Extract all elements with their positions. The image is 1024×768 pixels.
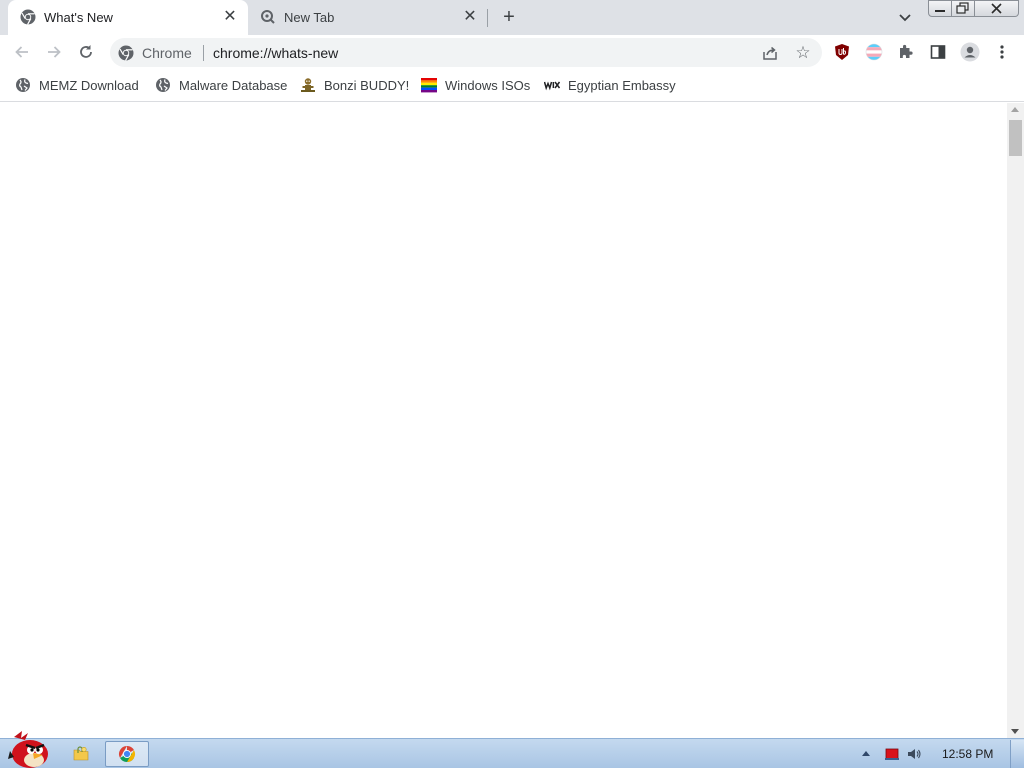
side-panel-button[interactable] <box>926 40 950 64</box>
bookmark-memz-download[interactable]: MEMZ Download <box>15 75 139 95</box>
tab-whats-new[interactable]: What's New ✕ <box>8 0 248 35</box>
tab-separator <box>487 9 488 27</box>
action-center-flag-icon[interactable] <box>884 747 900 761</box>
trans-flag-extension-button[interactable] <box>862 40 886 64</box>
bookmark-label: Egyptian Embassy <box>568 77 676 93</box>
omnibox[interactable]: Chrome chrome://whats-new ☆ <box>110 38 822 67</box>
ublock-origin-icon <box>835 44 849 60</box>
trans-flag-icon <box>865 43 883 61</box>
avatar-icon <box>960 42 980 62</box>
back-button[interactable] <box>10 40 34 64</box>
reload-icon <box>80 45 92 58</box>
minimize-button[interactable] <box>928 0 952 17</box>
tab-title: What's New <box>44 10 113 25</box>
omnibox-chip-label: Chrome <box>142 45 192 61</box>
new-tab-button[interactable]: + <box>498 6 520 28</box>
globe-icon <box>156 78 170 92</box>
more-vertical-icon <box>1000 45 1004 59</box>
close-tab-icon[interactable]: ✕ <box>222 9 238 25</box>
rainbow-flag-icon <box>421 78 437 93</box>
close-window-button[interactable] <box>974 0 1019 17</box>
taskbar-explorer-button[interactable] <box>66 741 96 767</box>
minimize-icon <box>935 10 945 12</box>
bookmark-windows-isos[interactable]: Windows ISOs <box>421 75 530 95</box>
globe-icon <box>16 78 30 92</box>
bookmark-label: Malware Database <box>179 77 288 93</box>
bookmark-label: MEMZ Download <box>39 77 139 93</box>
tab-new-tab[interactable]: New Tab ✕ <box>248 0 488 35</box>
close-icon <box>991 3 1002 14</box>
puzzle-icon <box>900 44 913 58</box>
bookmark-egyptian-embassy[interactable]: Egyptian Embassy <box>544 75 676 95</box>
reload-button[interactable] <box>74 40 98 64</box>
bookmarks-bar: MEMZ Download Malware Database Bonzi BUD… <box>0 69 1024 102</box>
chrome-icon[interactable] <box>118 45 134 61</box>
chrome-logo-icon <box>118 746 136 763</box>
restore-button[interactable] <box>951 0 975 17</box>
taskbar-chrome-button[interactable] <box>105 741 149 767</box>
scroll-down-arrow-icon[interactable] <box>1011 729 1019 734</box>
folder-icon <box>73 746 89 761</box>
bookmark-label: Bonzi BUDDY! <box>324 77 410 93</box>
tab-title: New Tab <box>284 10 335 25</box>
tray-overflow-icon[interactable] <box>862 751 870 756</box>
scroll-up-arrow-icon[interactable] <box>1011 107 1019 112</box>
forward-arrow-icon <box>48 46 61 58</box>
bookmark-star-icon[interactable]: ☆ <box>793 43 813 63</box>
side-panel-icon <box>930 45 946 59</box>
bookmark-malware-database[interactable]: Malware Database <box>155 75 287 95</box>
extensions-button[interactable] <box>894 40 918 64</box>
taskbar-clock[interactable]: 12:58 PM <box>942 747 993 761</box>
forward-button[interactable] <box>42 40 66 64</box>
omnibox-divider <box>203 45 204 61</box>
page-content[interactable] <box>0 103 1007 738</box>
close-tab-icon[interactable]: ✕ <box>462 9 478 25</box>
tab-search-chevron-icon[interactable] <box>896 8 914 26</box>
taskbar: 12:58 PM <box>0 731 1024 768</box>
share-icon[interactable] <box>761 44 779 62</box>
back-arrow-icon <box>15 46 28 58</box>
profile-button[interactable] <box>958 40 982 64</box>
angry-bird-start-icon[interactable] <box>6 729 50 768</box>
tab-strip: What's New ✕ New Tab ✕ + <box>0 0 1024 35</box>
chrome-search-icon <box>261 10 275 24</box>
bonzi-icon <box>301 78 315 92</box>
wix-icon <box>544 81 560 91</box>
address-text[interactable]: chrome://whats-new <box>213 45 338 61</box>
chrome-icon <box>20 9 36 25</box>
ublock-extension-button[interactable] <box>830 40 854 64</box>
toolbar: Chrome chrome://whats-new ☆ <box>0 35 1024 69</box>
menu-button[interactable] <box>990 40 1014 64</box>
scroll-thumb[interactable] <box>1009 120 1022 156</box>
volume-icon[interactable] <box>906 747 922 761</box>
restore-icon <box>956 2 969 14</box>
bookmark-bonzi-buddy[interactable]: Bonzi BUDDY! <box>300 75 409 95</box>
vertical-scrollbar[interactable] <box>1007 103 1024 738</box>
show-desktop-button[interactable] <box>1010 740 1024 768</box>
bookmark-label: Windows ISOs <box>445 77 531 93</box>
